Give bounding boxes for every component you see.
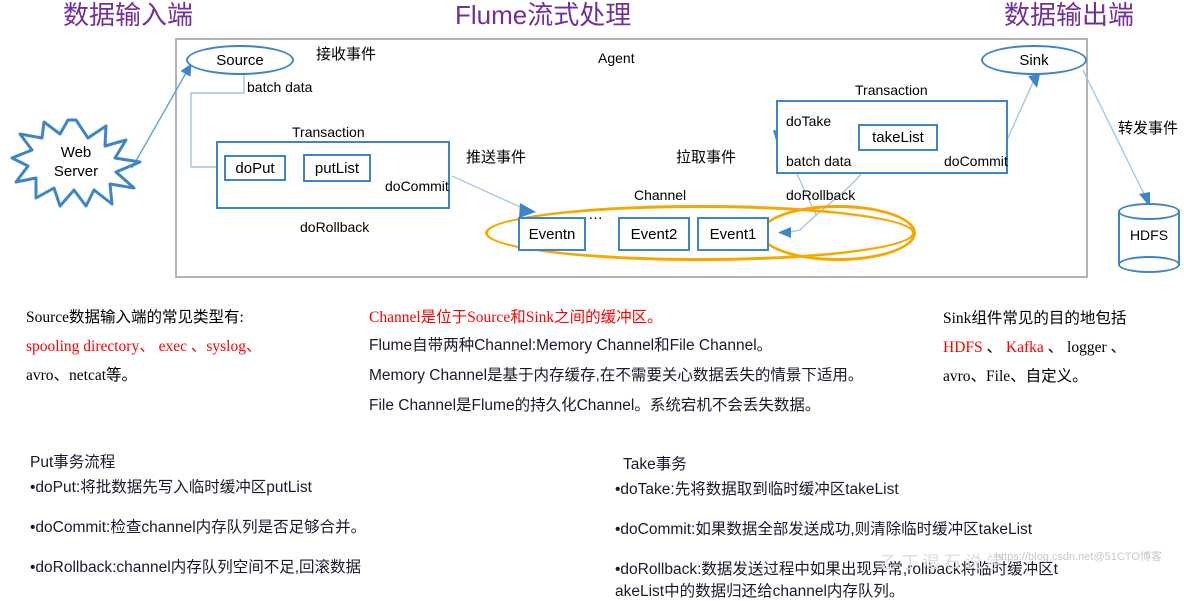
sink-node: Sink xyxy=(981,45,1087,75)
dotake-label: doTake xyxy=(786,113,832,129)
doput-label: doPut xyxy=(235,159,275,177)
sink-sep-2: 、 xyxy=(1043,339,1068,356)
sink-note-line1: Sink组件常见的目的地包括 xyxy=(943,310,1127,327)
sink-dest-kafka: Kafka xyxy=(1005,339,1044,356)
page-title-input-side: 数据输入端 xyxy=(63,0,194,30)
web-server-node: Web Server xyxy=(10,118,142,208)
pull-event-label: 拉取事件 xyxy=(676,149,737,166)
take-flow-item-0: •doTake:先将数据取到临时缓冲区takeList xyxy=(615,481,899,498)
source-node: Source xyxy=(186,45,294,75)
channel-note-block: Channel是位于Source和Sink之间的缓冲区。 Flume自带两种Ch… xyxy=(369,305,863,421)
takelist-box: takeList xyxy=(858,124,938,151)
channel-note-line4: File Channel是Flume的持久化Channel。系统宕机不会丢失数据… xyxy=(369,397,821,414)
web-server-label-line1: Web xyxy=(60,144,92,162)
take-flow-item-1: •doCommit:如果数据全部发送成功,则清除临时缓冲区takeList xyxy=(615,521,1033,538)
hdfs-label: HDFS xyxy=(1129,227,1169,243)
docommit-left-label: doCommit xyxy=(385,178,449,194)
web-server-label-line2: Server xyxy=(53,163,99,180)
channel-ellipse-inner xyxy=(760,205,916,261)
channel-note-line1: Channel是位于Source和Sink之间的缓冲区。 xyxy=(369,309,663,326)
hdfs-node: HDFS xyxy=(1118,203,1180,273)
dorollback-right-label: doRollback xyxy=(786,187,856,203)
event-2-label: Event2 xyxy=(630,225,678,243)
source-note-line2: spooling directory、 exec 、syslog、 xyxy=(26,338,262,355)
put-flow-item-1: •doCommit:检查channel内存队列是否足够合并。 xyxy=(30,519,367,536)
sink-note-line3: avro、File、自定义。 xyxy=(943,368,1088,385)
event-ellipsis: … xyxy=(588,206,603,223)
sink-note-line2: HDFS 、 Kafka 、 logger 、 xyxy=(943,333,1126,362)
watermark-url: https://blog.csdn.net@51CTO博客 xyxy=(995,551,1162,563)
page-title-output-side: 数据输出端 xyxy=(1004,0,1135,30)
web-server-label-group: Web Server xyxy=(10,118,142,208)
sink-note-block: Sink组件常见的目的地包括 HDFS 、 Kafka 、 logger 、 a… xyxy=(943,304,1126,391)
push-event-label: 推送事件 xyxy=(466,149,527,166)
batch-data-right-label: batch data xyxy=(786,153,852,169)
event-box-2: Event2 xyxy=(618,217,690,251)
take-flow-heading: Take事务 xyxy=(623,456,687,473)
doput-box: doPut xyxy=(224,155,286,181)
put-flow-heading: Put事务流程 xyxy=(30,454,116,471)
receive-event-label: 接收事件 xyxy=(316,46,377,63)
takelist-label: takeList xyxy=(872,129,924,146)
source-note-block: Source数据输入端的常见类型有: spooling directory、 e… xyxy=(26,303,261,390)
source-note-line1: Source数据输入端的常见类型有: xyxy=(26,309,244,326)
source-note-line3: avro、netcat等。 xyxy=(26,367,138,384)
event-n-label: Eventn xyxy=(528,225,576,243)
page-title-main: Flume流式处理 xyxy=(455,0,632,30)
watermark-calligraphy: 乙 丁 湿 石 说 学 xyxy=(880,553,1004,572)
put-flow-item-2: •doRollback:channel内存队列空间不足,回滚数据 xyxy=(30,559,362,576)
sink-sep-1: 、 xyxy=(982,339,1006,356)
cylinder-top xyxy=(1118,203,1180,220)
channel-note-line3: Memory Channel是基于内存缓存,在不需要关心数据丢失的情景下适用。 xyxy=(369,367,864,384)
take-flow-item-3: akeList中的数据归还给channel内存队列。 xyxy=(615,583,905,600)
channel-note-line2: Flume自带两种Channel:Memory Channel和File Cha… xyxy=(369,337,773,354)
event-box-n: Eventn xyxy=(518,217,586,251)
forward-event-label: 转发事件 xyxy=(1118,120,1179,137)
transaction-left-title: Transaction xyxy=(292,124,365,140)
transaction-right-title: Transaction xyxy=(855,82,928,98)
event-box-1: Event1 xyxy=(697,217,769,251)
putlist-label: putList xyxy=(314,159,360,177)
source-label: Source xyxy=(216,51,264,69)
channel-label: Channel xyxy=(634,187,687,203)
batch-data-left-label: batch data xyxy=(247,79,313,95)
cylinder-bottom xyxy=(1118,256,1180,273)
put-flow-item-0: •doPut:将批数据先写入临时缓冲区putList xyxy=(30,479,312,496)
event-1-label: Event1 xyxy=(709,225,757,243)
sink-dest-hdfs: HDFS xyxy=(943,339,983,356)
sink-label: Sink xyxy=(1019,51,1049,69)
dorollback-left-label: doRollback xyxy=(300,219,370,235)
putlist-box: putList xyxy=(303,154,371,182)
sink-dest-logger: logger 、 xyxy=(1067,339,1127,356)
put-flow-block: Put事务流程 •doPut:将批数据先写入临时缓冲区putList •doCo… xyxy=(30,450,366,577)
agent-label: Agent xyxy=(598,50,635,66)
docommit-right-label: doCommit xyxy=(944,153,1008,169)
